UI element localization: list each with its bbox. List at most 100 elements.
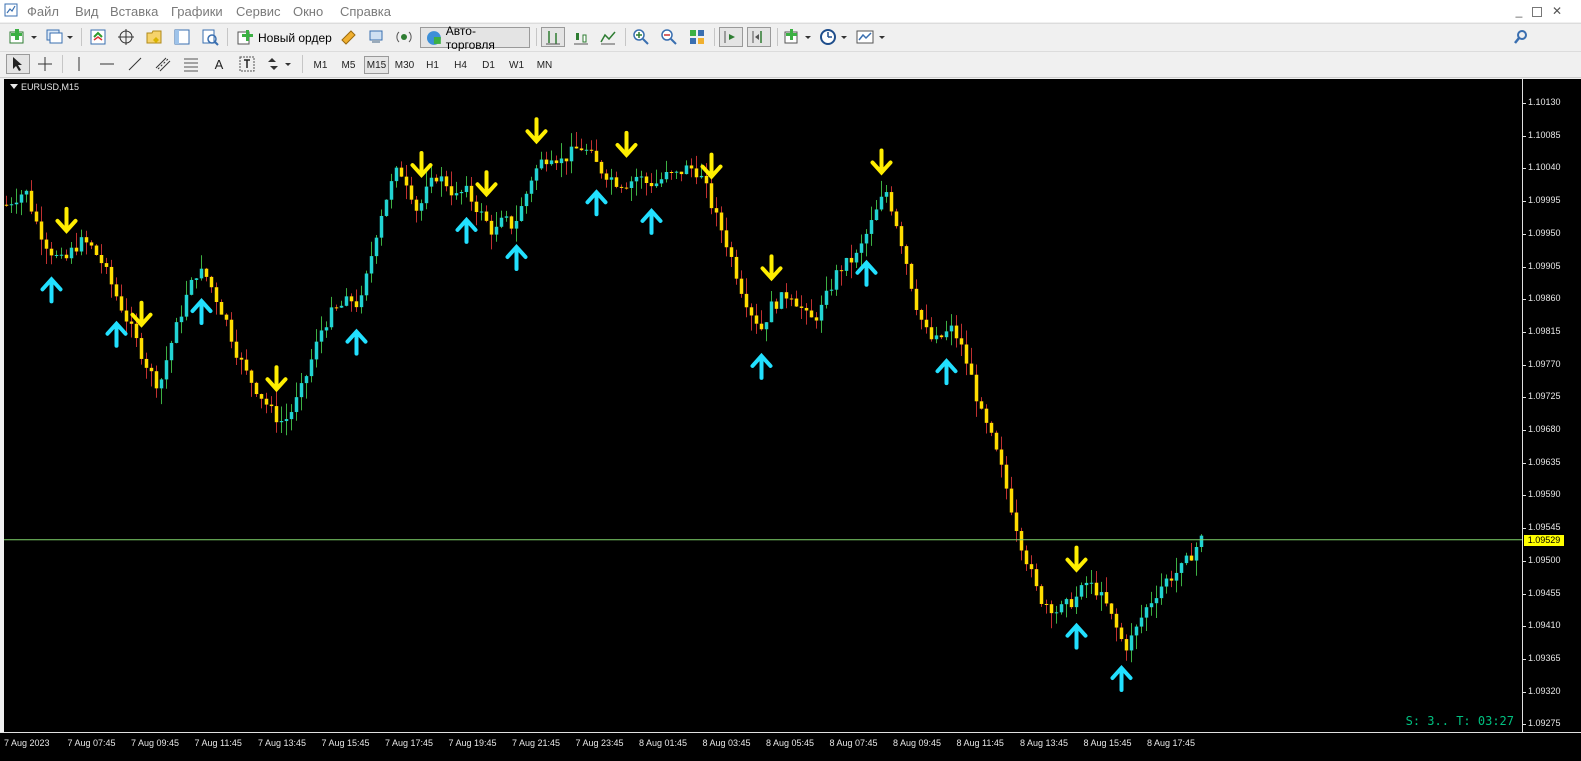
market-watch-button[interactable] <box>87 27 109 47</box>
menu-charts[interactable]: Графики <box>171 4 223 19</box>
candle-body <box>110 267 114 284</box>
terminal-button[interactable] <box>171 27 193 47</box>
equidistant-channel-tool[interactable] <box>152 54 174 74</box>
timeframe-d1[interactable]: D1 <box>476 56 501 74</box>
fibonacci-tool[interactable] <box>180 54 202 74</box>
candle-body <box>400 168 404 177</box>
timeframe-mn[interactable]: MN <box>532 56 557 74</box>
autotrading-button[interactable]: Авто-торговля <box>420 27 530 48</box>
candle-body <box>635 177 639 181</box>
candle-body <box>65 255 69 259</box>
candle-body <box>1180 563 1184 573</box>
minimize-icon[interactable]: _ <box>1512 4 1526 18</box>
candle-body <box>445 176 449 186</box>
arrows-icon <box>265 56 293 72</box>
candle-body <box>815 317 819 320</box>
timeframe-m1[interactable]: M1 <box>308 56 333 74</box>
candle-body <box>970 364 974 375</box>
tile-windows-button[interactable] <box>686 27 708 47</box>
time-label: 8 Aug 17:45 <box>1147 738 1195 748</box>
price-label: 1.09770 <box>1528 359 1561 369</box>
crosshair-tool[interactable] <box>34 54 56 74</box>
horizontal-line-tool[interactable] <box>96 54 118 74</box>
candle-body <box>25 191 29 195</box>
profiles-button[interactable] <box>44 27 76 47</box>
timeframe-m30[interactable]: M30 <box>392 56 417 74</box>
price-tick <box>1523 267 1526 268</box>
candle-body <box>15 203 19 205</box>
chart-window[interactable]: EURUSD,M15 S: 3.. T: 03:27 <box>4 79 1522 732</box>
candle-body <box>5 205 9 206</box>
timeframe-h1[interactable]: H1 <box>420 56 445 74</box>
vertical-line-tool[interactable] <box>68 54 90 74</box>
auto-scroll-button[interactable] <box>719 27 743 47</box>
arrows-tool[interactable] <box>264 54 294 74</box>
candle-body <box>265 399 269 405</box>
candle-body <box>440 176 444 181</box>
search-button[interactable] <box>1511 27 1531 47</box>
candle-body <box>380 216 384 238</box>
candle-body <box>20 194 24 202</box>
menu-view[interactable]: Вид <box>75 4 99 19</box>
candle-body <box>180 317 184 322</box>
candle-body <box>390 181 394 200</box>
text-label-tool[interactable] <box>236 54 258 74</box>
menu-file[interactable]: Файл <box>27 4 59 19</box>
candle-body <box>640 176 644 177</box>
new-order-button[interactable]: Новый ордер <box>232 27 337 48</box>
account-button[interactable] <box>393 27 415 47</box>
price-scale[interactable]: 1.101301.100851.100401.099951.099501.099… <box>1522 79 1581 732</box>
bar-chart-button[interactable] <box>541 27 565 47</box>
time-label: 8 Aug 03:45 <box>703 738 751 748</box>
timeframe-m15[interactable]: M15 <box>364 56 389 74</box>
text-tool[interactable]: A <box>208 54 230 74</box>
restore-icon[interactable] <box>1532 7 1542 17</box>
candle-body <box>310 359 314 376</box>
line-chart-button[interactable] <box>597 27 619 47</box>
timeframe-h4[interactable]: H4 <box>448 56 473 74</box>
candle-body <box>75 248 79 252</box>
candle-body <box>340 306 344 308</box>
menu-help[interactable]: Справка <box>340 4 391 19</box>
timeframe-w1[interactable]: W1 <box>504 56 529 74</box>
menu-window[interactable]: Окно <box>293 4 323 19</box>
price-label: 1.09455 <box>1528 588 1561 598</box>
close-icon[interactable]: ✕ <box>1550 4 1564 18</box>
cursor-tool[interactable] <box>6 54 30 74</box>
price-label: 1.10040 <box>1528 162 1561 172</box>
candle-body <box>190 280 194 295</box>
timeframe-m5[interactable]: M5 <box>336 56 361 74</box>
templates-button[interactable] <box>854 27 888 47</box>
signals-button[interactable] <box>365 27 387 47</box>
candle-body <box>680 172 684 174</box>
time-label: 8 Aug 01:45 <box>639 738 687 748</box>
candle-body <box>275 406 279 422</box>
candle-body <box>535 168 539 180</box>
zoom-in-button[interactable] <box>630 27 652 47</box>
candle-body <box>1030 564 1034 569</box>
strategy-tester-icon <box>201 28 219 46</box>
price-chart[interactable] <box>4 79 1522 732</box>
buy-arrow-icon <box>753 356 771 378</box>
time-label: 7 Aug 07:45 <box>68 738 116 748</box>
indicators-button[interactable] <box>782 27 814 47</box>
candle-body <box>495 227 499 235</box>
candle-body <box>45 240 49 249</box>
indicator-status-text: S: 3.. T: 03:27 <box>1406 714 1514 728</box>
navigator-button[interactable] <box>143 27 165 47</box>
strategy-tester-button[interactable] <box>199 27 221 47</box>
time-scale[interactable]: 7 Aug 20237 Aug 07:457 Aug 09:457 Aug 11… <box>0 732 1581 761</box>
candle-body <box>1125 639 1129 650</box>
zoom-out-button[interactable] <box>658 27 680 47</box>
time-label: 8 Aug 15:45 <box>1084 738 1132 748</box>
crosshair-button[interactable] <box>115 27 137 47</box>
new-chart-button[interactable] <box>6 27 40 47</box>
metaeditor-button[interactable] <box>337 27 359 47</box>
menu-tools[interactable]: Сервис <box>236 4 281 19</box>
time-label: 8 Aug 11:45 <box>957 738 1004 748</box>
periods-button[interactable] <box>818 27 850 47</box>
trend-line-tool[interactable] <box>124 54 146 74</box>
candlesticks-button[interactable] <box>570 27 592 47</box>
chart-shift-button[interactable] <box>747 27 771 47</box>
menu-insert[interactable]: Вставка <box>110 4 158 19</box>
